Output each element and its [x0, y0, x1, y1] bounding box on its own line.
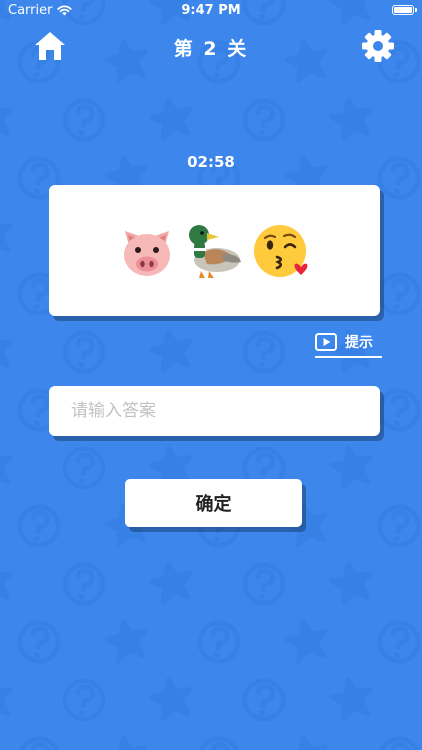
background-star-icon [284, 619, 328, 664]
background-question-icon [242, 562, 286, 606]
background-question-icon [62, 678, 106, 722]
pig-face-emoji [123, 230, 170, 276]
background-question-icon [17, 736, 61, 750]
background-star-icon [329, 561, 373, 606]
countdown-timer: 02:58 [187, 153, 235, 171]
background-star-icon [0, 329, 13, 374]
background-pattern [0, 0, 422, 750]
duck-emoji [188, 224, 241, 278]
background-question-icon [416, 440, 422, 496]
background-star-icon [149, 329, 193, 374]
settings-button[interactable] [360, 28, 396, 64]
confirm-button[interactable]: 确定 [125, 479, 302, 527]
background-question-icon [377, 620, 421, 664]
nav-bar: 第 2 关 [0, 22, 422, 72]
background-question-icon [197, 620, 241, 664]
background-question-icon [62, 562, 106, 606]
background-question-icon [377, 736, 421, 750]
level-title: 第 2 关 [173, 38, 249, 60]
hint-label: 提示 [345, 335, 373, 351]
gear-icon [362, 30, 394, 62]
background-star-icon [149, 677, 193, 722]
background-question-icon [62, 330, 106, 374]
hint-button[interactable]: 提示 [315, 328, 382, 358]
background-question-icon [377, 504, 421, 548]
background-star-icon [329, 445, 373, 490]
battery-icon [392, 5, 417, 15]
answer-input[interactable] [49, 386, 380, 436]
background-question-icon [416, 208, 422, 264]
background-star-icon [0, 213, 13, 258]
video-play-icon [315, 333, 337, 351]
background-star-icon [0, 445, 13, 490]
background-star-icon [104, 735, 148, 750]
background-question-icon [62, 446, 106, 490]
background-star-icon [329, 677, 373, 722]
status-time: 9:47 PM [181, 3, 241, 18]
background-question-icon [242, 330, 286, 374]
background-star-icon [284, 735, 328, 750]
background-question-icon [416, 92, 422, 148]
kiss-face-emoji [253, 224, 307, 277]
background-question-icon [416, 672, 422, 728]
background-star-icon [0, 677, 13, 722]
background-star-icon [149, 561, 193, 606]
emoji-puzzle-card [49, 185, 380, 316]
background-question-icon [242, 678, 286, 722]
background-question-icon [197, 736, 241, 750]
background-question-icon [242, 98, 286, 142]
background-question-icon [62, 98, 106, 142]
background-question-icon [416, 324, 422, 380]
background-question-icon [17, 504, 61, 548]
background-question-icon [416, 556, 422, 612]
background-question-icon [17, 620, 61, 664]
background-star-icon [0, 561, 13, 606]
background-star-icon [149, 97, 193, 142]
status-bar: Carrier 9:47 PM [0, 0, 422, 22]
background-star-icon [104, 619, 148, 664]
background-star-icon [0, 97, 13, 142]
background-star-icon [329, 97, 373, 142]
